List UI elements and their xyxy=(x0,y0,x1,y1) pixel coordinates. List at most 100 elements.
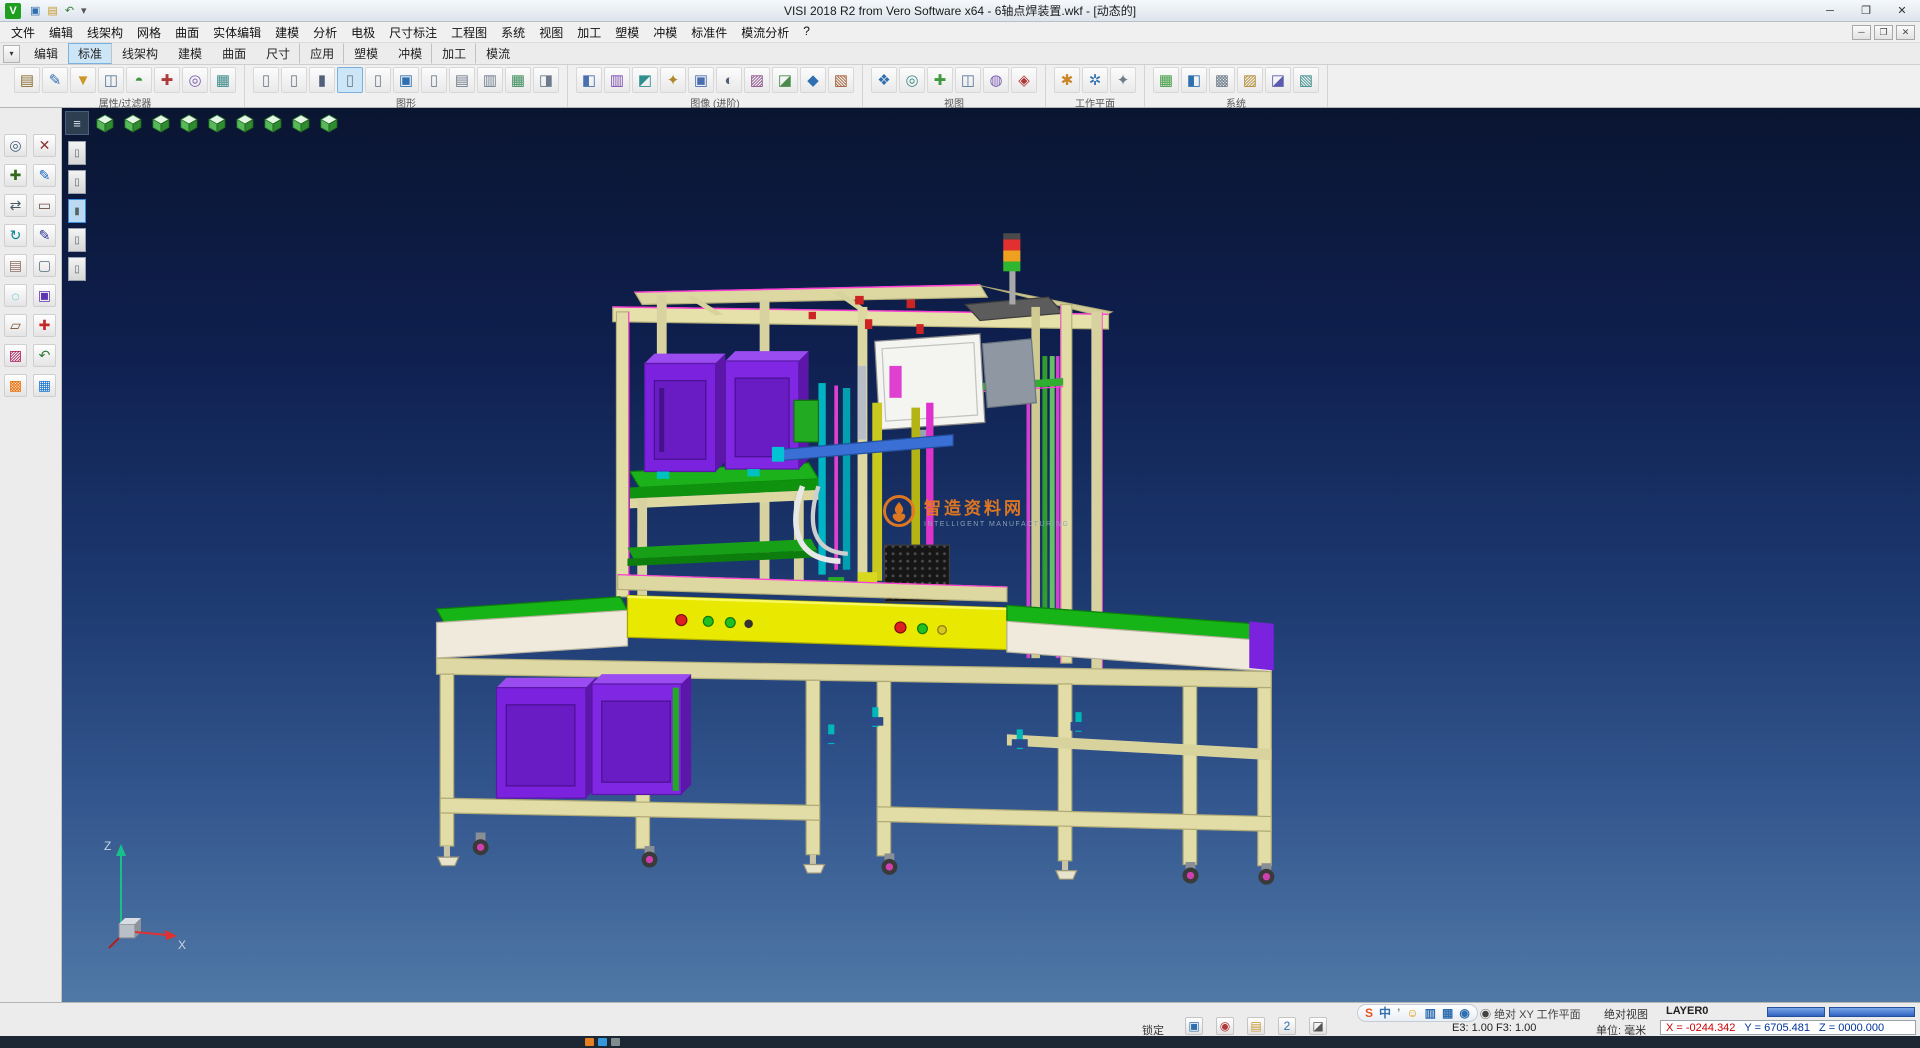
viewport-strip-button[interactable]: ▯ xyxy=(68,257,86,281)
ribbon-icon[interactable]: ▦ xyxy=(1153,67,1179,93)
tool-icon[interactable]: ✕ xyxy=(33,134,56,157)
ribbon-icon[interactable]: ▧ xyxy=(828,67,854,93)
menu-item[interactable]: 编辑 xyxy=(42,22,80,43)
restore-button[interactable]: ❐ xyxy=(1848,0,1884,21)
menu-item[interactable]: 曲面 xyxy=(168,22,206,43)
toolbar-tab[interactable]: 曲面 xyxy=(212,43,256,64)
menu-item[interactable]: 线架构 xyxy=(80,22,130,43)
menu-item[interactable]: ? xyxy=(796,22,817,43)
viewport-strip-button[interactable]: ▯ xyxy=(68,141,86,165)
tool-icon[interactable]: ▣ xyxy=(33,284,56,307)
view-cube-icon[interactable] xyxy=(177,111,201,135)
minimize-button[interactable]: ─ xyxy=(1812,0,1848,21)
tool-icon[interactable]: ↻ xyxy=(4,224,27,247)
menu-item[interactable]: 视图 xyxy=(532,22,570,43)
ribbon-icon[interactable]: ◎ xyxy=(182,67,208,93)
ribbon-icon[interactable]: ◐ xyxy=(716,67,742,93)
current-view-label[interactable]: 绝对视图 xyxy=(1604,1006,1648,1022)
ribbon-icon[interactable]: ▯ xyxy=(365,67,391,93)
mdi-close-button[interactable]: ✕ xyxy=(1896,25,1915,40)
ribbon-icon[interactable]: ◓ xyxy=(126,67,152,93)
ribbon-icon[interactable]: ▯ xyxy=(253,67,279,93)
toolbar-tab[interactable]: 建模 xyxy=(168,43,212,64)
ribbon-icon[interactable]: ✱ xyxy=(1054,67,1080,93)
ribbon-icon[interactable]: ▣ xyxy=(688,67,714,93)
ime-icon[interactable]: 中 xyxy=(1379,1005,1391,1021)
ribbon-icon[interactable]: ▦ xyxy=(210,67,236,93)
ribbon-icon[interactable]: ✦ xyxy=(1110,67,1136,93)
quick-access-icon[interactable]: ▤ xyxy=(47,0,57,22)
ime-icon[interactable]: ▦ xyxy=(1442,1005,1453,1021)
status-icon[interactable]: ▣ xyxy=(1185,1017,1203,1035)
tool-icon[interactable]: ✚ xyxy=(33,314,56,337)
workplane-label[interactable]: 绝对 XY 工作平面 xyxy=(1494,1009,1581,1021)
view-cube-icon[interactable] xyxy=(149,111,173,135)
view-cube-icon[interactable] xyxy=(289,111,313,135)
menu-item[interactable]: 塑模 xyxy=(608,22,646,43)
ribbon-icon[interactable]: ▼ xyxy=(70,67,96,93)
taskbar-app-icon[interactable] xyxy=(598,1038,607,1046)
ime-icon[interactable]: ’ xyxy=(1397,1005,1400,1021)
menu-item[interactable]: 标准件 xyxy=(684,22,734,43)
toolbar-tab[interactable]: 塑模 xyxy=(344,43,388,64)
ime-icon[interactable]: ◉ xyxy=(1459,1005,1469,1021)
tool-icon[interactable]: ▨ xyxy=(4,344,27,367)
ribbon-icon[interactable]: ◧ xyxy=(576,67,602,93)
ime-toolbar[interactable]: S中’☺▥▦◉ xyxy=(1357,1004,1478,1022)
ribbon-icon[interactable]: ▯ xyxy=(421,67,447,93)
3d-viewport[interactable]: 智造资料网 INTELLIGENT MANUFACTURING ≡ xyxy=(62,108,1920,1002)
tool-icon[interactable]: ▢ xyxy=(33,254,56,277)
mdi-minimize-button[interactable]: ─ xyxy=(1852,25,1871,40)
viewport-strip-button[interactable]: ▯ xyxy=(68,228,86,252)
quick-access-icon[interactable]: ▾ xyxy=(81,0,87,22)
menu-item[interactable]: 建模 xyxy=(268,22,306,43)
ribbon-icon[interactable]: ▨ xyxy=(1237,67,1263,93)
tool-icon[interactable]: ✎ xyxy=(33,164,56,187)
ribbon-icon[interactable]: ▣ xyxy=(393,67,419,93)
menu-item[interactable]: 分析 xyxy=(306,22,344,43)
status-icon[interactable]: ◪ xyxy=(1309,1017,1327,1035)
ribbon-icon[interactable]: ✎ xyxy=(42,67,68,93)
ribbon-icon[interactable]: ◪ xyxy=(772,67,798,93)
tool-icon[interactable]: ▭ xyxy=(33,194,56,217)
toolbar-tab[interactable]: 编辑 xyxy=(24,43,68,64)
ribbon-icon[interactable]: ◍ xyxy=(983,67,1009,93)
menu-item[interactable]: 实体编辑 xyxy=(206,22,268,43)
ribbon-icon[interactable]: ◨ xyxy=(533,67,559,93)
toolbar-tab[interactable]: 线架构 xyxy=(112,43,168,64)
ribbon-icon[interactable]: ◫ xyxy=(955,67,981,93)
ribbon-icon[interactable]: ◆ xyxy=(800,67,826,93)
ribbon-icon[interactable]: ▨ xyxy=(744,67,770,93)
ribbon-icon[interactable]: ▮ xyxy=(309,67,335,93)
menu-item[interactable]: 网格 xyxy=(130,22,168,43)
status-icon[interactable]: ▤ xyxy=(1247,1017,1265,1035)
ribbon-icon[interactable]: ▤ xyxy=(14,67,40,93)
menu-item[interactable]: 工程图 xyxy=(444,22,494,43)
view-cube-icon[interactable] xyxy=(233,111,257,135)
ribbon-icon[interactable]: ❖ xyxy=(871,67,897,93)
menu-item[interactable]: 模流分析 xyxy=(734,22,796,43)
toolbar-tab[interactable]: 尺寸 xyxy=(256,43,300,64)
snap-mode-label[interactable]: 锁定 xyxy=(1142,1022,1164,1038)
status-icon[interactable]: 2 xyxy=(1278,1017,1296,1035)
ribbon-icon[interactable]: ▥ xyxy=(477,67,503,93)
view-cube-icon[interactable] xyxy=(121,111,145,135)
toolbar-tab[interactable]: 标准 xyxy=(68,43,112,64)
ribbon-icon[interactable]: ▯ xyxy=(281,67,307,93)
viewport-strip-button[interactable]: ▯ xyxy=(68,170,86,194)
toolbar-tab[interactable]: 模流 xyxy=(476,43,520,64)
ribbon-icon[interactable]: ▩ xyxy=(1209,67,1235,93)
status-icon[interactable]: ◉ xyxy=(1216,1017,1234,1035)
ribbon-icon[interactable]: ▦ xyxy=(505,67,531,93)
tool-icon[interactable]: ▦ xyxy=(33,374,56,397)
tool-icon[interactable]: ↶ xyxy=(33,344,56,367)
toolbar-tab[interactable]: 应用 xyxy=(300,43,344,64)
tool-icon[interactable]: ◌ xyxy=(4,284,27,307)
ribbon-icon[interactable]: ◪ xyxy=(1265,67,1291,93)
quick-access-icon[interactable]: ▣ xyxy=(30,0,40,22)
view-cube-icon[interactable] xyxy=(93,111,117,135)
tool-icon[interactable]: ▤ xyxy=(4,254,27,277)
tool-icon[interactable]: ✎ xyxy=(33,224,56,247)
view-cube-icon[interactable] xyxy=(261,111,285,135)
ribbon-icon[interactable]: ▯ xyxy=(337,67,363,93)
